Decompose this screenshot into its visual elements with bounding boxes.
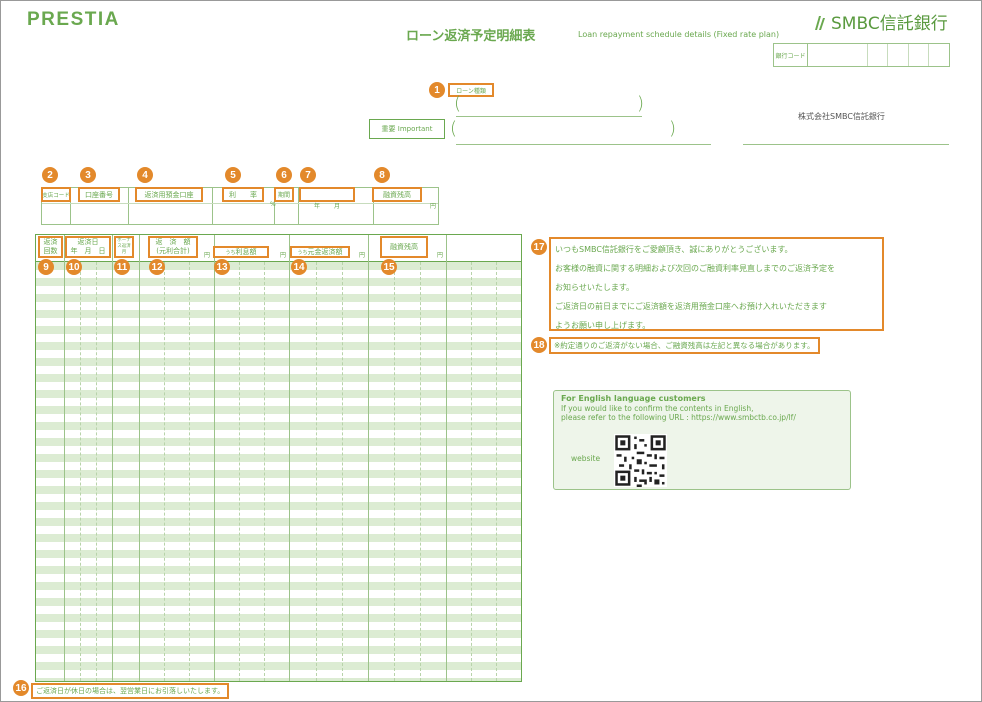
col-repayment-amount: 返 済 額 (元利合計)	[148, 236, 198, 258]
badge-18: 18	[531, 337, 547, 353]
holiday-note: ご返済日が休日の場合は、翌営業日にお引落しいたします。	[31, 683, 230, 699]
badge-9: 9	[38, 259, 54, 275]
badge-2: 2	[42, 167, 58, 183]
message-line-5: ようお願い申し上げます。	[555, 321, 651, 330]
english-heading: For English language customers	[561, 394, 706, 403]
qr-code-icon[interactable]	[614, 434, 667, 487]
col-interest-amount: うち 利息額	[213, 246, 269, 258]
col-repayment-date: 返済日 年 月 日	[65, 236, 111, 258]
bank-code-label: 銀行コード	[774, 44, 808, 66]
message-line-1: いつもSMBC信託銀行をご愛顧頂き、誠にありがとうございます。	[555, 245, 793, 254]
badge-4: 4	[137, 167, 153, 183]
badge-14: 14	[291, 259, 307, 275]
period-label: 期間	[274, 187, 294, 202]
message-line-3: お知らせいたします。	[555, 283, 635, 292]
branch-code-label: 支店コード	[41, 187, 71, 202]
loan-balance-label: 融資残高	[372, 187, 422, 202]
badge-11: 11	[114, 259, 130, 275]
badge-13: 13	[214, 259, 230, 275]
badge-15: 15	[381, 259, 397, 275]
loan-schedule-page: PRESTIA SMBC信託銀行 ローン返済予定明細表 Loan repayme…	[0, 0, 982, 702]
message-line-4: ご返済日の前日までにご返済額を返済用預金口座へお預け入れいただきます	[555, 302, 827, 311]
badge-8: 8	[374, 167, 390, 183]
english-url-line[interactable]: please refer to the following URL : http…	[561, 413, 843, 422]
badge-12: 12	[149, 259, 165, 275]
balance-note: ※約定通りのご返済がない場合、ご融資残高は左記と異なる場合があります。	[549, 337, 820, 354]
col-bonus-month: ボーナス返済月	[114, 236, 134, 258]
period-value-box	[299, 187, 355, 202]
account-number-label: 口座番号	[78, 187, 120, 202]
badge-17: 17	[531, 239, 547, 255]
english-info-box: For English language customers If you wo…	[553, 390, 851, 490]
repayment-schedule-table: 円 円 円 円	[35, 234, 522, 682]
badge-7: 7	[300, 167, 316, 183]
prestia-logo: PRESTIA	[27, 9, 120, 30]
bank-code-field: 銀行コード	[773, 43, 950, 67]
col-principal-amount: うち 元金返済額	[290, 246, 350, 258]
badge-3: 3	[80, 167, 96, 183]
company-name: 株式会社SMBC信託銀行	[798, 112, 885, 121]
badge-10: 10	[66, 259, 82, 275]
message-line-2: お客様の融資に関する明細および次回のご融資利率見直しまでのご返済予定を	[555, 264, 835, 273]
important-label: 重要 Important	[369, 119, 445, 139]
smbc-logo-text: SMBC信託銀行	[831, 14, 948, 34]
badge-16: 16	[13, 680, 29, 696]
repayment-account-label: 返済用預金口座	[135, 187, 203, 202]
website-label: website	[571, 454, 601, 463]
col-repayment-count: 返済 回数	[38, 236, 63, 258]
col-loan-balance: 融資残高	[380, 236, 428, 258]
badge-5: 5	[225, 167, 241, 183]
interest-rate-label: 利 率	[222, 187, 264, 202]
english-line-1: If you would like to confirm the content…	[561, 404, 754, 413]
smbc-leaf-icon	[815, 15, 825, 30]
page-title-english: Loan repayment schedule details (Fixed r…	[578, 30, 780, 39]
customer-message: いつもSMBC信託銀行をご愛顧頂き、誠にありがとうございます。 お客様の融資に関…	[549, 237, 884, 331]
badge-1: 1	[429, 82, 445, 98]
badge-6: 6	[276, 167, 292, 183]
page-title: ローン返済予定明細表	[406, 29, 536, 44]
smbc-logo: SMBC信託銀行	[813, 9, 948, 34]
